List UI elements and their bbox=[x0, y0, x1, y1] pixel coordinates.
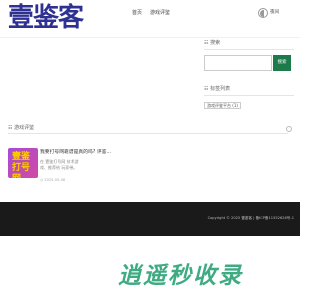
thumbnail-text: 壹鉴打号网 bbox=[12, 152, 31, 178]
search-input[interactable] bbox=[204, 55, 272, 71]
post-date: ◷ 2025-05-08 bbox=[40, 178, 66, 182]
section-title-label: 游戏评鉴 bbox=[14, 125, 35, 131]
site-logo[interactable]: 壹鉴客 bbox=[8, 2, 84, 34]
post-thumbnail[interactable]: 壹鉴打号网 bbox=[8, 148, 38, 178]
copyright-text: Copyright © 2025 壹鉴客 | 备ICP备11552626号-1 bbox=[207, 216, 294, 220]
site-header: 壹鉴客 首页 游戏评鉴 夜间 bbox=[0, 0, 300, 37]
site-footer: Copyright © 2025 壹鉴客 | 备ICP备11552626号-1 bbox=[0, 202, 300, 236]
nav-item-game-review[interactable]: 游戏评鉴 bbox=[150, 9, 170, 17]
dark-mode-label[interactable]: 夜间 bbox=[270, 10, 279, 16]
nav-item-home[interactable]: 首页 bbox=[132, 9, 142, 17]
theme-toggle-icon[interactable] bbox=[258, 8, 268, 18]
post-date-value: 2025-05-08 bbox=[44, 178, 66, 182]
circle-icon bbox=[286, 126, 292, 132]
tags-widget-divider bbox=[204, 95, 294, 96]
post-excerpt: 在 壹鉴打号网 技术游戏、推荐给 玩家带。 bbox=[40, 159, 79, 170]
post-title[interactable]: 我要打号网靠谱是真的吗? 评鉴… bbox=[40, 149, 114, 156]
search-widget-divider bbox=[204, 49, 294, 50]
tags-widget-label: 标签列表 bbox=[210, 86, 231, 92]
section-divider bbox=[8, 133, 288, 134]
header-divider bbox=[0, 37, 300, 38]
tag-link[interactable]: 游戏评鉴平台 (1) bbox=[204, 102, 241, 109]
search-button[interactable]: 搜索 bbox=[273, 55, 291, 71]
tags-widget-title: ☷ 标签列表 bbox=[204, 86, 231, 92]
search-widget-title: ☷ 搜索 bbox=[204, 40, 221, 46]
section-title: ☷ 游戏评鉴 bbox=[8, 125, 35, 131]
watermark-text: 逍遥秒收录 bbox=[118, 263, 243, 289]
post-card[interactable]: 壹鉴打号网 我要打号网靠谱是真的吗? 评鉴… 在 壹鉴打号网 技术游戏、推荐给 … bbox=[4, 140, 200, 188]
search-widget-label: 搜索 bbox=[210, 40, 221, 46]
